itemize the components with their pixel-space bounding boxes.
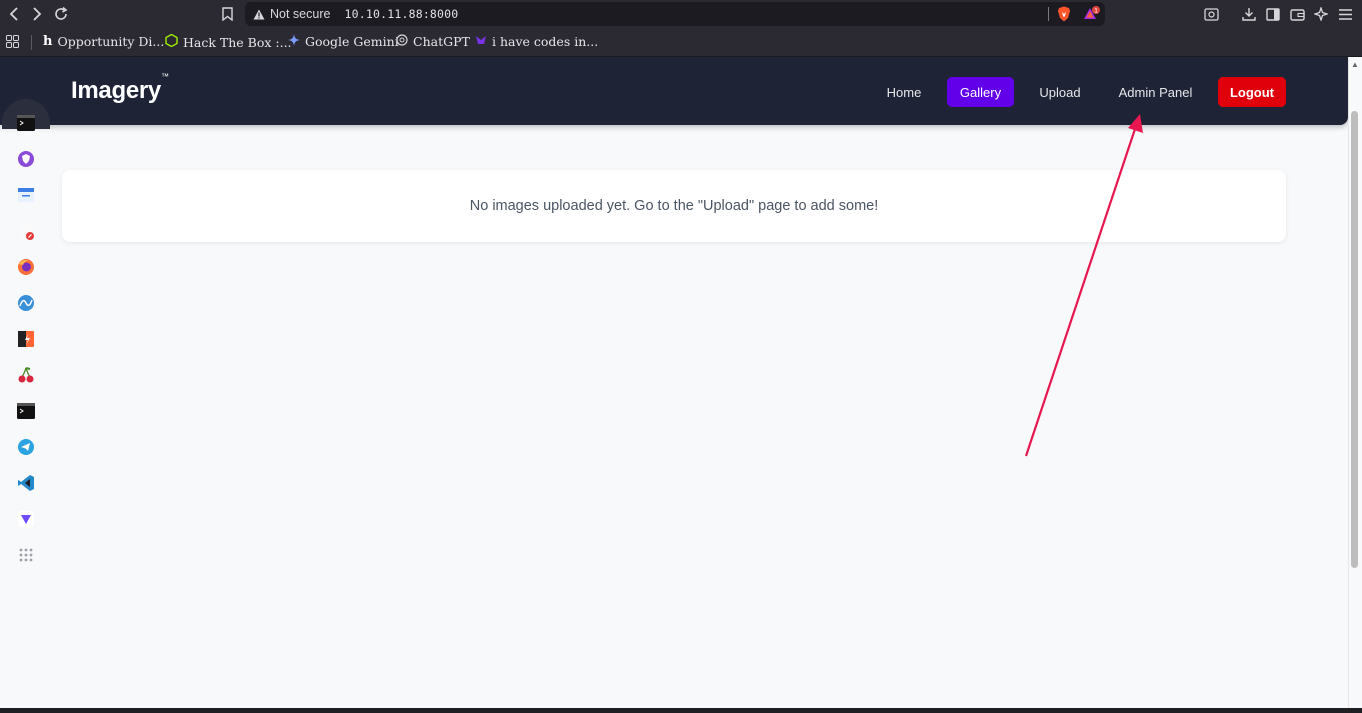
nav-admin-panel-link[interactable]: Admin Panel <box>1108 77 1203 107</box>
bookmark-chatgpt[interactable]: ChatGPT <box>396 34 470 49</box>
bookmark-favicon-icon <box>475 34 487 49</box>
bookmark-label: Hack The Box :... <box>183 34 292 50</box>
text-editor-icon[interactable] <box>16 221 36 241</box>
logo-trademark: ™ <box>160 72 169 81</box>
vscode-icon[interactable] <box>16 473 36 493</box>
back-icon[interactable] <box>4 4 24 24</box>
reload-icon[interactable] <box>51 4 71 24</box>
nav-upload-link[interactable]: Upload <box>1029 77 1091 107</box>
chatgpt-icon <box>396 34 408 49</box>
wallet-icon[interactable] <box>1287 4 1307 24</box>
url-bar[interactable]: Not secure 10.10.11.88:8000 1 <box>245 2 1105 26</box>
opportunity-icon: h <box>43 34 53 49</box>
gemini-icon <box>288 34 300 49</box>
bookmark-hackthebox[interactable]: Hack The Box :... <box>165 33 292 50</box>
firefox-icon[interactable] <box>16 257 36 277</box>
bookmark-label: ChatGPT <box>413 34 470 49</box>
download-icon[interactable] <box>1239 4 1259 24</box>
brave-shields-icon[interactable] <box>1057 6 1071 25</box>
bookmark-label: Google Gemini <box>305 34 399 49</box>
burpsuite-icon[interactable] <box>16 329 36 349</box>
proton-vpn-icon[interactable] <box>16 509 36 529</box>
nav-home-link[interactable]: Home <box>876 77 932 107</box>
bookmarks-bar: h Opportunity Di... Hack The Box :... Go… <box>0 28 1362 57</box>
gallery-empty-card: No images uploaded yet. Go to the "Uploa… <box>62 170 1286 242</box>
leo-ai-icon[interactable] <box>1311 4 1331 24</box>
empty-gallery-message: No images uploaded yet. Go to the "Uploa… <box>469 198 879 214</box>
screenshot-icon[interactable] <box>1201 4 1221 24</box>
wireshark-icon[interactable] <box>16 293 36 313</box>
site-logo[interactable]: Imagery™ <box>71 72 169 105</box>
security-label: Not secure <box>270 7 331 21</box>
nav-gallery-link[interactable]: Gallery <box>947 77 1014 107</box>
bookmark-opportunity[interactable]: h Opportunity Di... <box>43 34 164 49</box>
bookmark-gemini[interactable]: Google Gemini <box>288 34 399 49</box>
site-navbar: Imagery™ Home Gallery Upload Admin Panel… <box>0 57 1348 125</box>
bookmark-label: i have codes in... <box>492 34 599 49</box>
logo-text: Imagery <box>71 77 161 104</box>
files-icon[interactable] <box>16 185 36 205</box>
scrollbar-thumb[interactable] <box>1351 111 1358 568</box>
forward-icon[interactable] <box>27 4 47 24</box>
bookmark-label: Opportunity Di... <box>57 34 165 49</box>
bookmarks-divider <box>31 35 32 50</box>
rewards-badge: 1 <box>1094 8 1098 15</box>
window-bottom-edge <box>0 708 1362 713</box>
sidebar-toggle-icon[interactable] <box>1263 4 1283 24</box>
terminal-icon[interactable] <box>16 401 36 421</box>
security-indicator[interactable]: Not secure <box>253 7 330 21</box>
page-viewport: Imagery™ Home Gallery Upload Admin Panel… <box>0 57 1362 708</box>
menu-icon[interactable] <box>1335 4 1355 24</box>
desktop-dock <box>0 57 52 708</box>
brave-icon[interactable] <box>16 149 36 169</box>
telegram-icon[interactable] <box>16 437 36 457</box>
annotation-arrow <box>1024 114 1143 457</box>
bookmark-icon[interactable] <box>217 4 237 24</box>
url-text[interactable]: 10.10.11.88:8000 <box>344 7 458 21</box>
cherrytree-icon[interactable] <box>16 365 36 385</box>
browser-toolbar: Not secure 10.10.11.88:8000 1 <box>0 0 1362 28</box>
apps-grid-icon[interactable] <box>6 35 19 51</box>
url-bar-divider <box>1048 7 1049 21</box>
app-grid-icon[interactable] <box>16 545 36 565</box>
hackthebox-icon <box>165 33 178 50</box>
brave-rewards-icon[interactable]: 1 <box>1083 6 1101 25</box>
warning-icon <box>253 9 265 19</box>
terminal-icon[interactable] <box>16 113 36 133</box>
logout-button[interactable]: Logout <box>1218 77 1286 107</box>
bookmark-codes[interactable]: i have codes in... <box>475 34 598 49</box>
scroll-up-icon[interactable]: ▲ <box>1351 60 1359 69</box>
